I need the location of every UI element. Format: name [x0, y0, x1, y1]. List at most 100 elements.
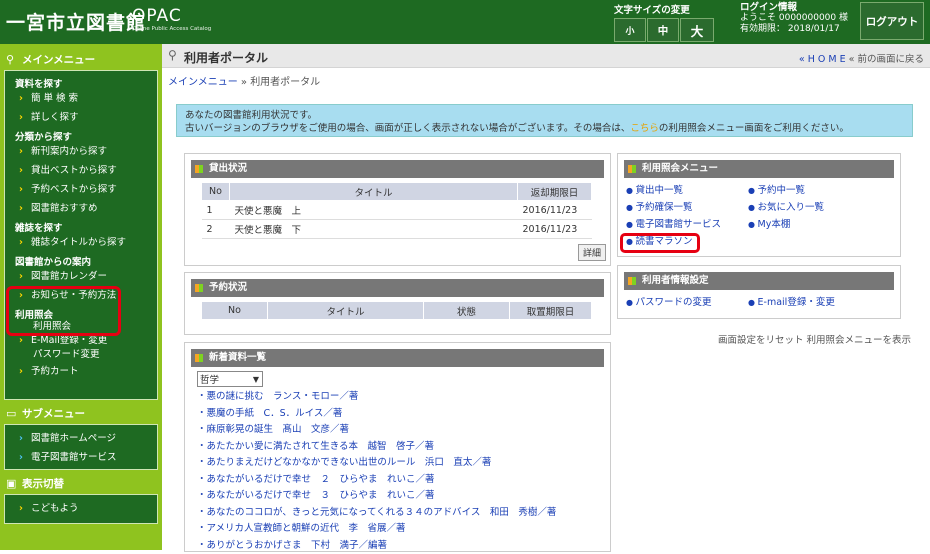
display-switch-label: 表示切替: [22, 478, 64, 490]
category-magazine: 雑誌を探す: [15, 223, 63, 234]
breadcrumb: メインメニュー » 利用者ポータル: [168, 73, 320, 88]
detail-button[interactable]: 詳細: [577, 244, 606, 261]
menu-reserve-list[interactable]: 予約中一覧: [748, 182, 870, 199]
font-small-button[interactable]: 小: [614, 18, 646, 42]
loan-col-date: 返却期限日: [517, 182, 592, 201]
expiry-text: 有効期限： 2018/01/17: [740, 24, 840, 34]
menu-favorites[interactable]: お気に入り一覧: [748, 199, 870, 216]
table-row: 1 天使と悪魔 上 2016/11/23: [201, 200, 592, 220]
notice-here-link[interactable]: こちら: [630, 123, 659, 134]
list-item[interactable]: ありがとうおかげさま 下村 満子／編著: [197, 540, 387, 551]
page-title-bar: ⚲ 利用者ポータル « H O M E « 前の画面に戻る: [162, 44, 930, 68]
font-medium-button[interactable]: 中: [647, 18, 679, 42]
user-settings-list: パスワードの変更 E-mail登録・変更: [618, 294, 900, 311]
book-icon: ▭: [6, 407, 17, 420]
reserve-col-hold-date: 取置期限日: [509, 301, 592, 320]
breadcrumb-main-menu[interactable]: メインメニュー: [168, 77, 238, 88]
main-menu-heading: ⚲ メインメニュー: [0, 52, 162, 70]
table-row: 2 天使と悪魔 下 2016/11/23: [201, 219, 592, 239]
new-items-panel-title: 新着資料一覧: [191, 349, 604, 367]
font-size-label: 文字サイズの変更: [614, 5, 690, 16]
list-item[interactable]: 悪魔の手紙 C．S．ルイス／著: [197, 408, 342, 419]
list-item[interactable]: 麻原彰晃の誕生 髙山 文彦／著: [197, 424, 349, 435]
breadcrumb-current: 利用者ポータル: [250, 77, 321, 88]
highlight-usage-box: [6, 286, 121, 336]
new-items-list: 悪の謎に挑む ランス・モロー／著 悪魔の手紙 C．S．ルイス／著 麻原彰晃の誕生…: [185, 389, 610, 554]
loan-date: 2016/11/23: [517, 200, 592, 220]
sidebar-item-lib-home[interactable]: 図書館ホームページ: [5, 429, 157, 448]
sidebar-item-lib-recommend[interactable]: 図書館おすすめ: [5, 199, 157, 218]
list-item[interactable]: アメリカ人宣教師と朝鮮の近代 李 省展／著: [197, 523, 406, 534]
list-item[interactable]: あたたかい愛に満たされて生きる本 越智 啓子／著: [197, 441, 434, 452]
menu-loan-list[interactable]: 貸出中一覧: [626, 182, 748, 199]
sidebar-item-email[interactable]: E-Mail登録・変更: [5, 334, 157, 348]
notice-line-2b: の利用照会メニュー画面をご利用ください。: [658, 123, 849, 134]
menu-e-library[interactable]: 電子図書館サービス: [626, 216, 748, 233]
search-icon: ⚲: [168, 48, 177, 62]
loan-col-no: No: [201, 182, 230, 201]
menu-email-change[interactable]: E-mail登録・変更: [748, 294, 870, 311]
menu-reserve-secured[interactable]: 予約確保一覧: [626, 199, 748, 216]
sub-menu-box: 図書館ホームページ 電子図書館サービス: [4, 424, 158, 470]
header: 一宮市立図書館 OPAC Online Public Access Catalo…: [0, 0, 930, 44]
back-link[interactable]: « 前の画面に戻る: [849, 54, 924, 65]
category-lib-info: 図書館からの案内: [15, 257, 92, 268]
menu-my-shelf[interactable]: My本棚: [748, 216, 870, 233]
sidebar-item-new-arrivals[interactable]: 新刊案内から探す: [5, 142, 157, 161]
category-class: 分類から探す: [15, 132, 73, 143]
sidebar-item-magazine-title[interactable]: 雑誌タイトルから探す: [5, 233, 157, 252]
sub-menu-label: サブメニュー: [22, 408, 85, 420]
login-title: ログイン情報: [740, 2, 798, 13]
font-large-button[interactable]: 大: [680, 18, 714, 42]
list-item[interactable]: あなたがいるだけで幸せ ３ ひらやま れいこ／著: [197, 490, 435, 501]
loan-title: 天使と悪魔 上: [229, 200, 518, 220]
usage-menu-title: 利用照会メニュー: [624, 160, 894, 178]
highlight-marathon-box: [620, 233, 700, 253]
library-logo[interactable]: 一宮市立図書館: [6, 8, 146, 35]
main-content: ⚲ 利用者ポータル « H O M E « 前の画面に戻る メインメニュー » …: [162, 44, 930, 552]
sidebar-item-calendar[interactable]: 図書館カレンダー: [5, 267, 157, 286]
list-item[interactable]: あなたのココロが、きっと元気になってくれる３４のアドバイス 和田 秀樹／著: [197, 507, 556, 518]
sidebar-item-detail-search[interactable]: 詳しく探す: [5, 108, 157, 127]
display-icon: ▣: [6, 477, 17, 490]
sidebar-item-loan-best[interactable]: 貸出ベストから探す: [5, 161, 157, 180]
loan-no: 2: [201, 219, 230, 239]
opac-logo: OPAC: [132, 6, 182, 26]
main-menu-label: メインメニュー: [22, 54, 96, 66]
list-item[interactable]: あたりまえだけどなかなかできない出世のルール 浜口 直太／著: [197, 457, 491, 468]
loan-table: No タイトル 返却期限日 1 天使と悪魔 上 2016/11/23 2 天使と…: [201, 182, 592, 239]
user-settings-title: 利用者情報設定: [624, 272, 894, 290]
notice-line-1: あなたの図書館利用状況です。: [185, 110, 318, 121]
sidebar-item-e-library[interactable]: 電子図書館サービス: [5, 448, 157, 467]
breadcrumb-separator: »: [237, 77, 251, 88]
list-item[interactable]: 悪の謎に挑む ランス・モロー／著: [197, 391, 358, 402]
loan-no: 1: [201, 200, 230, 220]
reserve-col-status: 状態: [423, 301, 510, 320]
category-search: 資料を探す: [15, 79, 63, 90]
reset-links: 画面設定をリセット 利用照会メニューを表示: [718, 332, 911, 346]
reset-link[interactable]: 画面設定をリセット: [718, 335, 804, 346]
sidebar-item-simple-search[interactable]: 簡 単 検 索: [5, 89, 157, 108]
genre-select[interactable]: 哲学 ▼: [197, 371, 263, 387]
sidebar-item-reserve-best[interactable]: 予約ベストから探す: [5, 180, 157, 199]
main-menu-box: 資料を探す 簡 単 検 索 詳しく探す 分類から探す 新刊案内から探す 貸出ベス…: [4, 70, 158, 400]
menu-password-change[interactable]: パスワードの変更: [626, 294, 748, 311]
list-item[interactable]: あなたがいるだけで幸せ ２ ひらやま れいこ／著: [197, 474, 435, 485]
sidebar-item-kids[interactable]: こどもよう: [5, 499, 157, 518]
sidebar-item-reserve-cart[interactable]: 予約カート: [5, 362, 157, 381]
loan-col-title: タイトル: [229, 182, 518, 201]
opac-subtitle: Online Public Access Catalog: [132, 26, 212, 32]
reserve-table: No タイトル 状態 取置期限日: [201, 301, 592, 320]
loan-title: 天使と悪魔 下: [229, 219, 518, 239]
loan-date: 2016/11/23: [517, 219, 592, 239]
show-menu-link[interactable]: 利用照会メニューを表示: [807, 335, 912, 346]
reserve-col-no: No: [201, 301, 268, 320]
sidebar-item-password[interactable]: パスワード変更: [5, 348, 157, 362]
chevron-down-icon: ▼: [252, 374, 259, 384]
loan-panel-title: 貸出状況: [191, 160, 604, 178]
login-info: ログイン情報 ようこそ 0000000000 様 有効期限： 2018/01/1…: [740, 2, 848, 35]
loan-panel: 貸出状況 No タイトル 返却期限日 1 天使と悪魔 上 2016/11/23 …: [184, 153, 611, 266]
home-link[interactable]: « H O M E: [799, 54, 846, 65]
welcome-text: ようこそ 0000000000 様: [740, 13, 848, 23]
logout-button[interactable]: ログアウト: [860, 2, 924, 40]
